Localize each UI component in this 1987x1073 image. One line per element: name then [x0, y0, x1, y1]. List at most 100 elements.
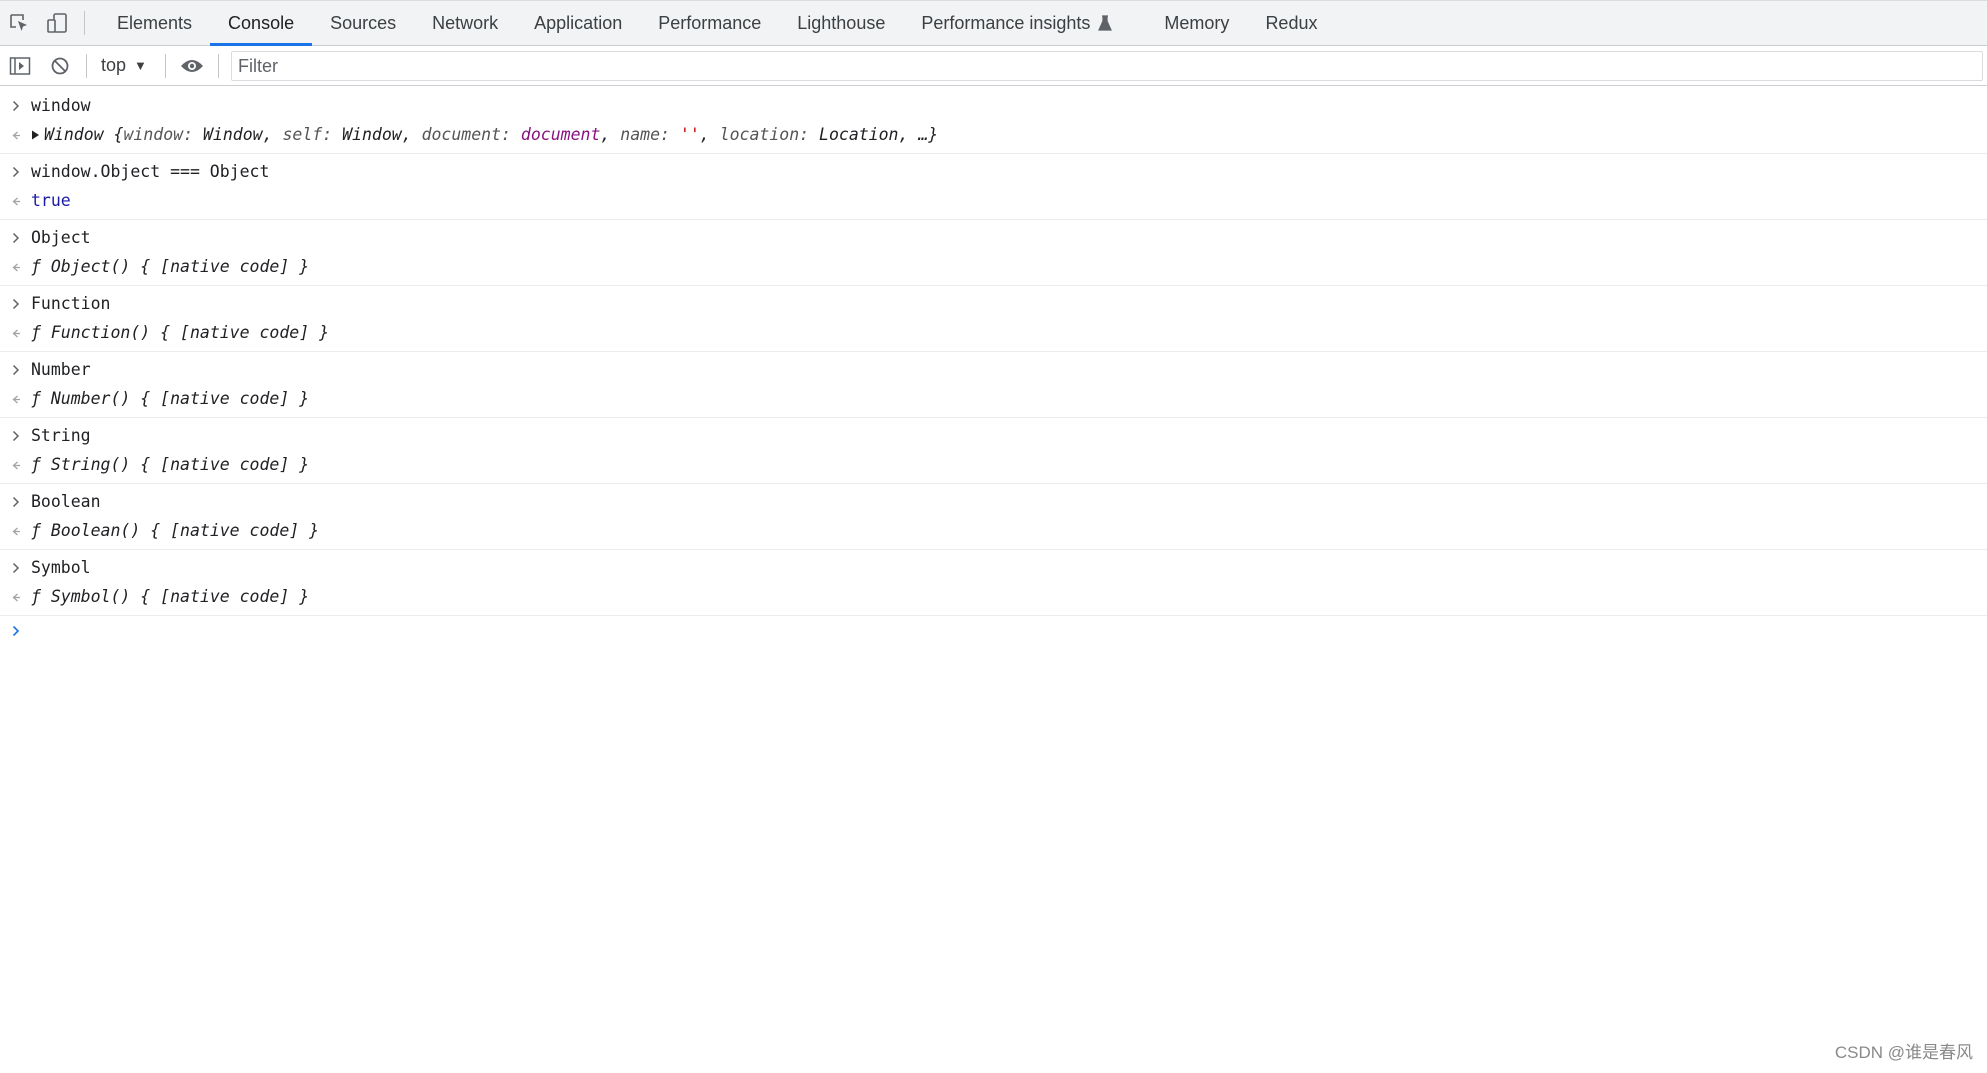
console-input-text[interactable]: Function: [31, 294, 110, 313]
console-output-line: ƒ Boolean() { [native code] }: [0, 516, 1987, 545]
console-input-text[interactable]: Number: [31, 360, 91, 379]
console-entry: Boolean ƒ Boolean() { [native code] }: [0, 484, 1987, 550]
console-toolbar: top ▼: [0, 46, 1987, 86]
toolbar-divider: [164, 53, 166, 78]
property-value-node: document: [520, 125, 601, 144]
prompt-chevron-icon: [8, 616, 24, 645]
property-key: name: [620, 125, 661, 144]
console-input-text[interactable]: window: [31, 96, 91, 115]
console-entry: Object ƒ Object() { [native code] }: [0, 220, 1987, 286]
console-output-text: Number() { [native code] }: [50, 389, 310, 408]
panel-tabs: Elements Console Sources Network Applica…: [99, 1, 1335, 46]
function-glyph: ƒ: [31, 323, 41, 342]
tab-sources[interactable]: Sources: [312, 1, 414, 45]
tab-application[interactable]: Application: [516, 1, 640, 45]
tab-network[interactable]: Network: [414, 1, 516, 45]
tab-label: Elements: [117, 12, 193, 33]
result-arrow-icon: [8, 516, 24, 545]
console-input-text[interactable]: Symbol: [31, 558, 91, 577]
tab-label: Console: [228, 12, 295, 33]
console-input-line: String: [0, 421, 1987, 450]
console-output-text: true: [31, 191, 71, 210]
live-expression-eye-icon[interactable]: [172, 47, 212, 85]
devtools-tab-bar: Elements Console Sources Network Applica…: [0, 0, 1987, 46]
console-output-line: ƒ String() { [native code] }: [0, 450, 1987, 479]
filter-input[interactable]: [231, 51, 1983, 81]
console-entry: window.Object === Object true: [0, 154, 1987, 220]
watermark: CSDN @谁是春风: [1834, 1043, 1973, 1062]
console-output-line: ƒ Symbol() { [native code] }: [0, 582, 1987, 611]
input-chevron-icon: [8, 553, 24, 582]
result-arrow-icon: [8, 318, 24, 347]
console-input-text[interactable]: window.Object === Object: [31, 162, 269, 181]
context-label: top: [101, 55, 127, 75]
tab-redux[interactable]: Redux: [1247, 1, 1335, 45]
input-chevron-icon: [8, 157, 24, 186]
tab-label: Memory: [1164, 12, 1230, 33]
toolbar-divider: [84, 11, 85, 35]
flask-icon: [1098, 15, 1113, 31]
tab-memory[interactable]: Memory: [1146, 1, 1247, 45]
console-input-line: Number: [0, 355, 1987, 384]
result-arrow-icon: [8, 384, 24, 413]
console-entry: window Window {window: Window, self: Win…: [0, 88, 1987, 154]
console-input-line: Function: [0, 289, 1987, 318]
function-glyph: ƒ: [31, 587, 41, 606]
console-input-line: Boolean: [0, 487, 1987, 516]
property-key: document: [421, 125, 502, 144]
context-selector[interactable]: top ▼: [93, 55, 159, 76]
property-value: Location: [819, 125, 899, 144]
tab-label: Sources: [330, 12, 397, 33]
console-output-line: ƒ Number() { [native code] }: [0, 384, 1987, 413]
input-chevron-icon: [8, 91, 24, 120]
property-key: window: [123, 125, 184, 144]
console-input-line: window: [0, 91, 1987, 120]
property-key: self: [282, 125, 323, 144]
dropdown-caret-icon: ▼: [134, 58, 147, 73]
console-input-line: window.Object === Object: [0, 157, 1987, 186]
input-chevron-icon: [8, 421, 24, 450]
property-key: location: [719, 125, 800, 144]
console-prompt[interactable]: [0, 616, 1987, 645]
console-entry: String ƒ String() { [native code] }: [0, 418, 1987, 484]
console-input-text[interactable]: String: [31, 426, 91, 445]
sidebar-toggle-icon[interactable]: [0, 47, 40, 85]
result-arrow-icon: [8, 186, 24, 215]
object-preview-open: Window {: [44, 125, 124, 144]
tab-console[interactable]: Console: [210, 1, 313, 46]
console-input-text[interactable]: Boolean: [31, 492, 101, 511]
function-glyph: ƒ: [31, 521, 41, 540]
expand-triangle-icon[interactable]: [31, 120, 40, 149]
tab-label: Lighthouse: [797, 12, 886, 33]
console-entry: Function ƒ Function() { [native code] }: [0, 286, 1987, 352]
result-arrow-icon: [8, 120, 24, 149]
toolbar-divider: [86, 53, 87, 78]
object-preview-close: , …}: [898, 125, 939, 144]
tab-performance[interactable]: Performance: [640, 1, 779, 45]
console-output-text: Object() { [native code] }: [50, 257, 310, 276]
console-output-text: Boolean() { [native code] }: [50, 521, 320, 540]
input-chevron-icon: [8, 355, 24, 384]
tab-label: Performance insights: [921, 12, 1091, 33]
result-arrow-icon: [8, 450, 24, 479]
tab-label: Performance: [658, 12, 762, 33]
device-toolbar-icon[interactable]: [38, 1, 76, 45]
console-output-text: Symbol() { [native code] }: [50, 587, 310, 606]
tab-label: Redux: [1265, 12, 1318, 33]
console-output-text: Function() { [native code] }: [50, 323, 330, 342]
function-glyph: ƒ: [31, 389, 41, 408]
clear-console-icon[interactable]: [40, 47, 80, 85]
console-input-text[interactable]: Object: [31, 228, 91, 247]
tab-elements[interactable]: Elements: [99, 1, 210, 45]
inspect-element-icon[interactable]: [0, 1, 38, 45]
function-glyph: ƒ: [31, 257, 41, 276]
property-value: Window: [342, 125, 402, 144]
console-entry: Number ƒ Number() { [native code] }: [0, 352, 1987, 418]
tab-label: Application: [534, 12, 623, 33]
console-output-line: ƒ Object() { [native code] }: [0, 252, 1987, 281]
tab-lighthouse[interactable]: Lighthouse: [779, 1, 903, 45]
toolbar-divider: [217, 53, 219, 78]
console-entry: Symbol ƒ Symbol() { [native code] }: [0, 550, 1987, 616]
input-chevron-icon: [8, 289, 24, 318]
tab-performance-insights[interactable]: Performance insights: [903, 1, 1146, 45]
